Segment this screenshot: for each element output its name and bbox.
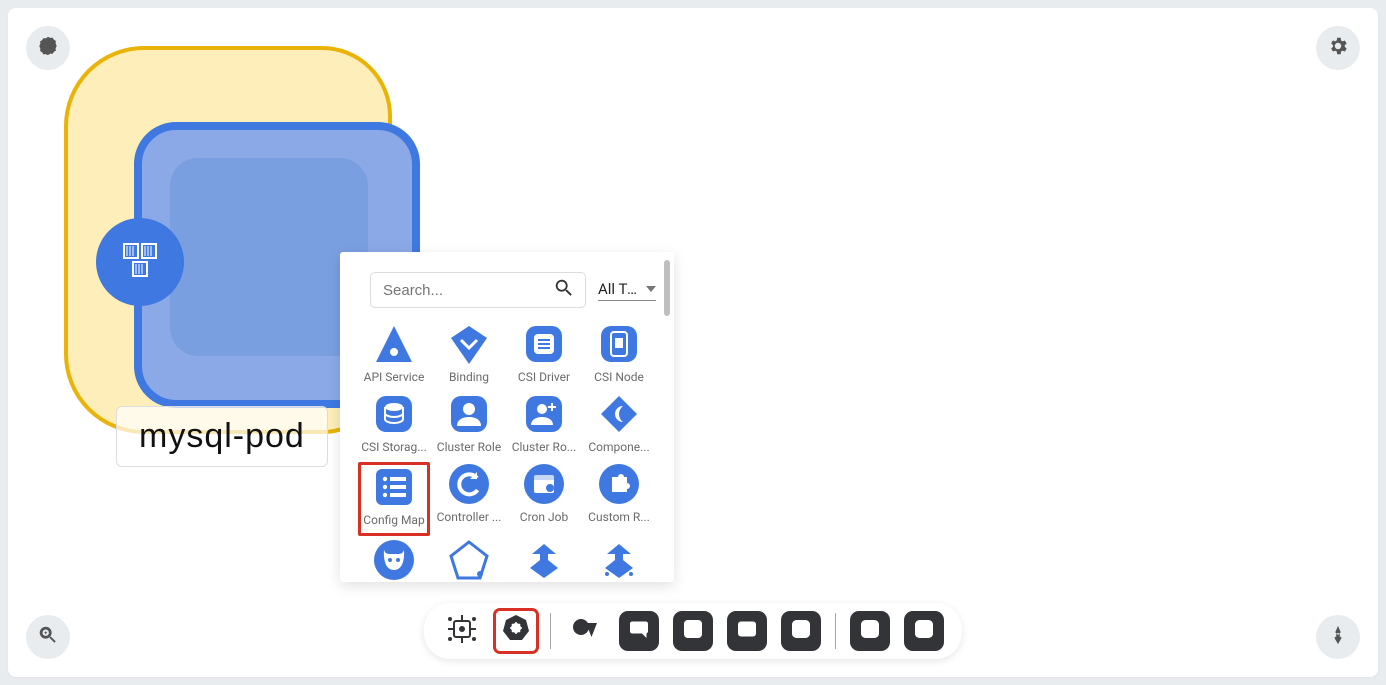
pen-nib-icon bbox=[1327, 624, 1349, 650]
zoom-button[interactable] bbox=[26, 615, 70, 659]
shapes-icon bbox=[569, 613, 601, 649]
pentagon-outline-icon bbox=[447, 538, 491, 582]
picker-item-label: Cluster Ro... bbox=[508, 440, 580, 454]
pencil-draw-icon bbox=[912, 617, 936, 645]
picker-item-csi-storage[interactable]: CSI Storag... bbox=[358, 392, 430, 460]
draw-mode-button[interactable] bbox=[1316, 615, 1360, 659]
picker-item-csi-driver[interactable]: CSI Driver bbox=[508, 322, 580, 390]
toolbar-comment[interactable] bbox=[619, 611, 659, 651]
toolbar-panel[interactable] bbox=[727, 611, 767, 651]
toolbar-chip[interactable] bbox=[442, 611, 482, 651]
pod-badge[interactable] bbox=[96, 218, 184, 306]
toolbar-separator bbox=[550, 613, 551, 649]
picker-item-label: API Service bbox=[358, 370, 430, 384]
puzzle-circle-icon bbox=[597, 462, 641, 506]
list-rounded-icon bbox=[372, 465, 416, 509]
panel-icon bbox=[735, 617, 759, 645]
toolbar-percent[interactable] bbox=[781, 611, 821, 651]
kubernetes-wheel-icon bbox=[500, 613, 532, 649]
comment-icon bbox=[627, 617, 651, 645]
picker-item-component-status[interactable]: Compone... bbox=[583, 392, 655, 460]
drive-rounded-icon bbox=[522, 322, 566, 366]
picker-item-deployment[interactable] bbox=[433, 538, 505, 582]
picker-item-csi-node[interactable]: CSI Node bbox=[583, 322, 655, 390]
picker-item-cluster-role-binding[interactable]: Cluster Ro... bbox=[508, 392, 580, 460]
percent-icon bbox=[789, 617, 813, 645]
picker-item-endpoint[interactable] bbox=[508, 538, 580, 582]
toolbar-pencil-draw[interactable] bbox=[904, 611, 944, 651]
refresh-circle-icon bbox=[447, 462, 491, 506]
triangle-icon bbox=[372, 322, 416, 366]
search-icon bbox=[553, 277, 575, 303]
picker-item-label: Custom R... bbox=[583, 510, 655, 524]
picker-item-label: Compone... bbox=[583, 440, 655, 454]
picker-item-daemon-set[interactable] bbox=[358, 538, 430, 582]
text-icon bbox=[681, 617, 705, 645]
diamond-moon-icon bbox=[597, 392, 641, 436]
pod-label[interactable]: mysql-pod bbox=[116, 406, 328, 467]
picker-item-config-map[interactable]: Config Map bbox=[358, 462, 430, 536]
pen-draw-icon bbox=[858, 617, 882, 645]
bottom-toolbar bbox=[424, 603, 962, 659]
filter-label: All Types bbox=[598, 280, 642, 298]
pod-inner-shape bbox=[170, 158, 368, 356]
picker-item-binding[interactable]: Binding bbox=[433, 322, 505, 390]
menu-button-top-left[interactable] bbox=[26, 26, 70, 70]
down-split-icon bbox=[522, 538, 566, 582]
toolbar-shapes[interactable] bbox=[565, 611, 605, 651]
settings-button[interactable] bbox=[1316, 26, 1360, 70]
picker-item-cron-job[interactable]: Cron Job bbox=[508, 462, 580, 536]
picker-item-controller-revision[interactable]: Controller ... bbox=[433, 462, 505, 536]
user-rounded-icon bbox=[447, 392, 491, 436]
picker-search[interactable] bbox=[370, 272, 586, 308]
zoom-in-icon bbox=[37, 624, 59, 650]
toolbar-separator bbox=[835, 613, 836, 649]
picker-item-endpoint-slice[interactable] bbox=[583, 538, 655, 582]
resource-picker: All Types API ServiceBindingCSI DriverCS… bbox=[340, 252, 674, 582]
down-split-dots-icon bbox=[597, 538, 641, 582]
chevron-down-icon bbox=[646, 280, 656, 298]
chevron-down-shield-icon bbox=[447, 322, 491, 366]
picker-type-filter[interactable]: All Types bbox=[598, 280, 656, 301]
kubernetes-icon bbox=[37, 35, 59, 61]
db-rounded-icon bbox=[372, 392, 416, 436]
design-canvas[interactable]: mysql-pod All Types API ServiceBindingCS… bbox=[8, 8, 1378, 677]
picker-item-custom-resource[interactable]: Custom R... bbox=[583, 462, 655, 536]
search-input[interactable] bbox=[381, 281, 553, 300]
chip-icon bbox=[446, 613, 478, 649]
picker-item-label: Binding bbox=[433, 370, 505, 384]
card-rounded-icon bbox=[597, 322, 641, 366]
picker-item-label: CSI Storag... bbox=[358, 440, 430, 454]
containers-icon bbox=[116, 236, 164, 288]
calendar-circle-icon bbox=[522, 462, 566, 506]
picker-item-label: Cluster Role bbox=[433, 440, 505, 454]
picker-item-label: Cron Job bbox=[508, 510, 580, 524]
toolbar-kubernetes-wheel[interactable] bbox=[496, 611, 536, 651]
picker-item-label: CSI Driver bbox=[508, 370, 580, 384]
gear-icon bbox=[1327, 35, 1349, 61]
picker-item-label: Controller ... bbox=[433, 510, 505, 524]
demon-circle-icon bbox=[372, 538, 416, 582]
picker-item-cluster-role[interactable]: Cluster Role bbox=[433, 392, 505, 460]
picker-scrollbar[interactable] bbox=[664, 260, 670, 316]
user-plus-rounded-icon bbox=[522, 392, 566, 436]
picker-item-label: Config Map bbox=[361, 513, 427, 527]
picker-item-api-service[interactable]: API Service bbox=[358, 322, 430, 390]
toolbar-text[interactable] bbox=[673, 611, 713, 651]
toolbar-pen-draw[interactable] bbox=[850, 611, 890, 651]
picker-item-label: CSI Node bbox=[583, 370, 655, 384]
